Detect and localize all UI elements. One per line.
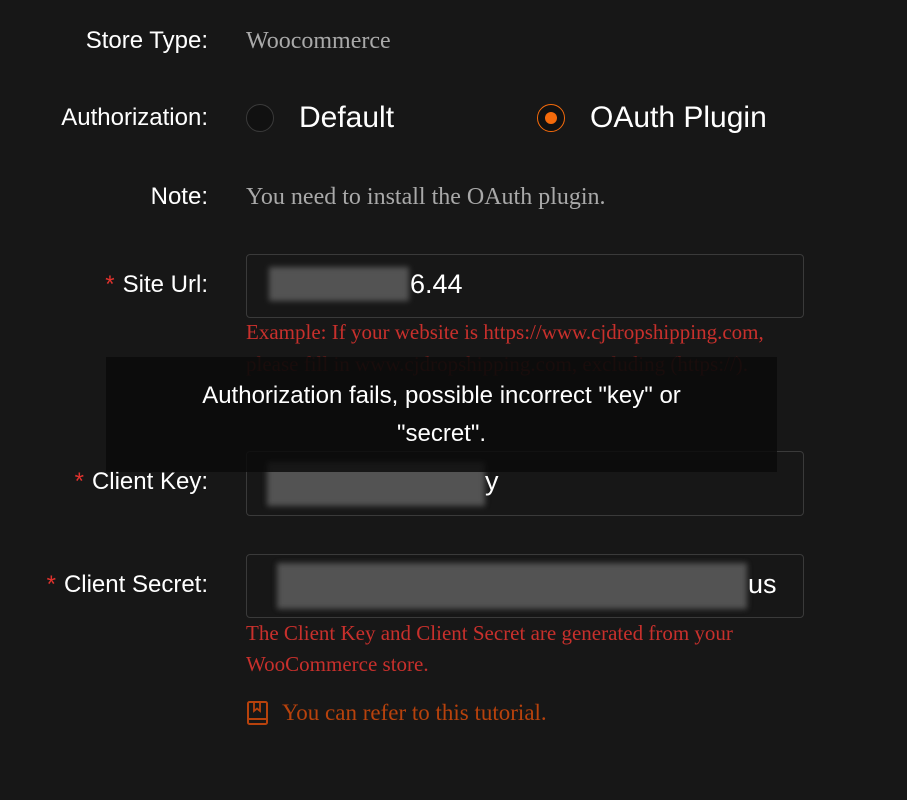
radio-oauth[interactable]	[537, 104, 565, 132]
client-secret-value: us	[748, 569, 777, 599]
site-url-input[interactable]: 6.44	[246, 254, 804, 318]
toast-line1: Authorization fails, possible incorrect …	[202, 382, 681, 409]
redacted-blur	[269, 267, 409, 301]
store-type-label: Store Type:	[85, 27, 208, 54]
site-url-value: 6.44	[410, 269, 463, 299]
radio-oauth-label: OAuth Plugin	[590, 101, 767, 134]
client-secret-hint-line2: WooCommerce store.	[246, 652, 429, 676]
client-secret-input[interactable]: us	[246, 554, 804, 618]
site-url-hint-line1: Example: If your website is https://www.…	[246, 320, 764, 344]
tutorial-link[interactable]: You can refer to this tutorial.	[246, 700, 547, 726]
site-url-label: * Site Url:	[105, 271, 208, 298]
note-label: Note:	[150, 183, 208, 210]
book-icon	[247, 701, 268, 725]
note-value: You need to install the OAuth plugin.	[246, 184, 606, 210]
radio-default[interactable]	[246, 104, 274, 132]
authorization-option-default[interactable]: Default	[246, 101, 394, 135]
authorization-option-oauth[interactable]: OAuth Plugin	[537, 101, 767, 135]
tutorial-text: You can refer to this tutorial.	[282, 700, 547, 725]
error-toast: Authorization fails, possible incorrect …	[106, 357, 777, 472]
authorization-label: Authorization:	[61, 104, 208, 131]
client-secret-label: * Client Secret:	[46, 571, 208, 598]
toast-line2: "secret".	[396, 420, 487, 447]
client-key-label: * Client Key:	[74, 468, 208, 495]
redacted-blur	[277, 563, 747, 609]
store-type-value: Woocommerce	[246, 28, 391, 54]
radio-default-label: Default	[299, 101, 395, 134]
client-secret-hint-line1: The Client Key and Client Secret are gen…	[246, 621, 733, 645]
